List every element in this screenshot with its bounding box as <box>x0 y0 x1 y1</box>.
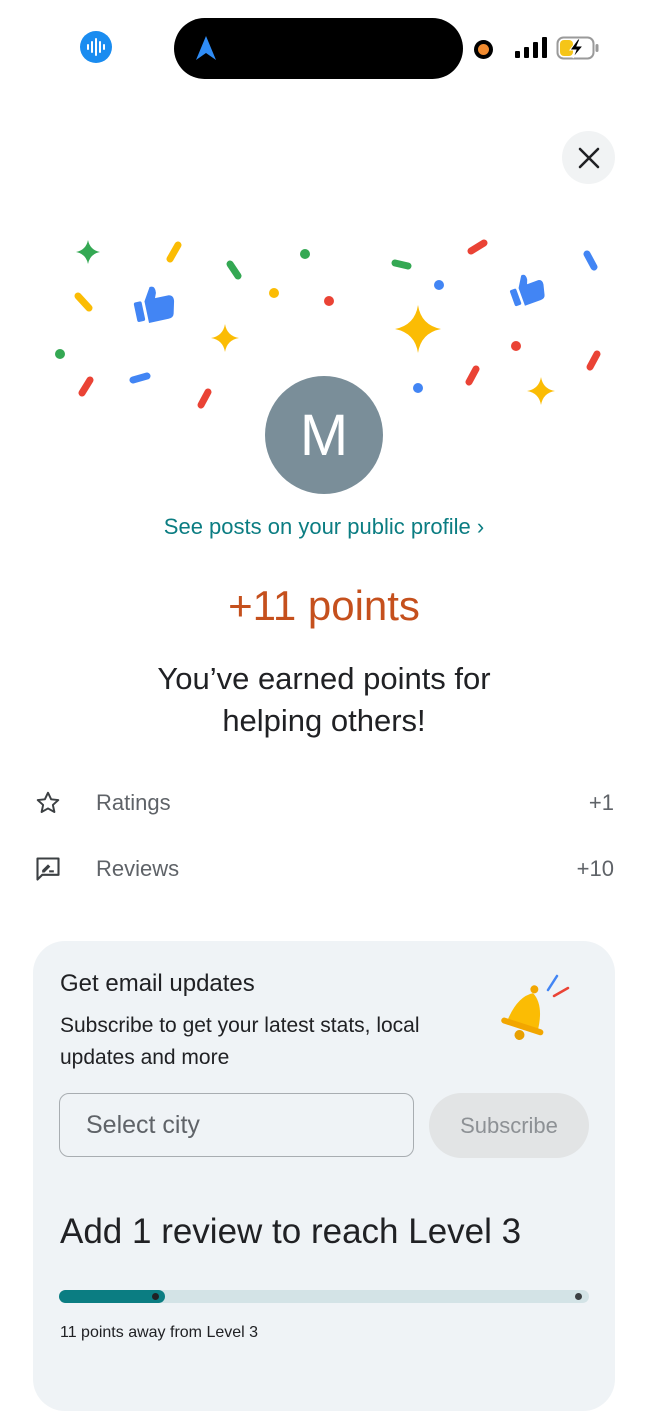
ratings-label: Ratings <box>96 790 171 815</box>
signal-icon <box>515 37 547 58</box>
review-edit-icon <box>36 857 60 881</box>
points-away-text: 11 points away from Level 3 <box>60 1324 259 1341</box>
ratings-value: +1 <box>588 790 614 815</box>
close-button[interactable] <box>562 131 615 184</box>
navigation-arrow-icon <box>196 36 216 60</box>
earned-message: You’ve earned points for helping others! <box>157 661 491 738</box>
voice-app-icon[interactable] <box>80 31 112 63</box>
email-card-subtitle: Subscribe to get your latest stats, loca… <box>60 1014 420 1069</box>
reviews-value: +10 <box>576 856 614 881</box>
dynamic-island <box>174 18 463 79</box>
avatar[interactable]: M <box>265 376 383 494</box>
public-profile-link[interactable]: See posts on your public profile › <box>0 514 648 540</box>
subscribe-button[interactable]: Subscribe <box>429 1093 589 1158</box>
progress-current-marker <box>152 1293 159 1300</box>
reviews-label: Reviews <box>96 856 180 881</box>
star-icon <box>36 791 60 813</box>
progress-end-marker <box>575 1293 582 1300</box>
points-earned: +11 points <box>228 582 420 629</box>
select-city-input[interactable]: Select city <box>59 1093 414 1157</box>
recording-indicator <box>474 40 493 59</box>
bell-icon <box>501 974 570 1040</box>
battery-charging-icon <box>556 36 599 60</box>
close-icon <box>578 147 599 168</box>
email-card-title: Get email updates <box>60 970 255 997</box>
audio-wave-icon <box>80 31 112 63</box>
level-progress-fill <box>59 1290 165 1303</box>
level-title: Add 1 review to reach Level 3 <box>60 1212 522 1251</box>
